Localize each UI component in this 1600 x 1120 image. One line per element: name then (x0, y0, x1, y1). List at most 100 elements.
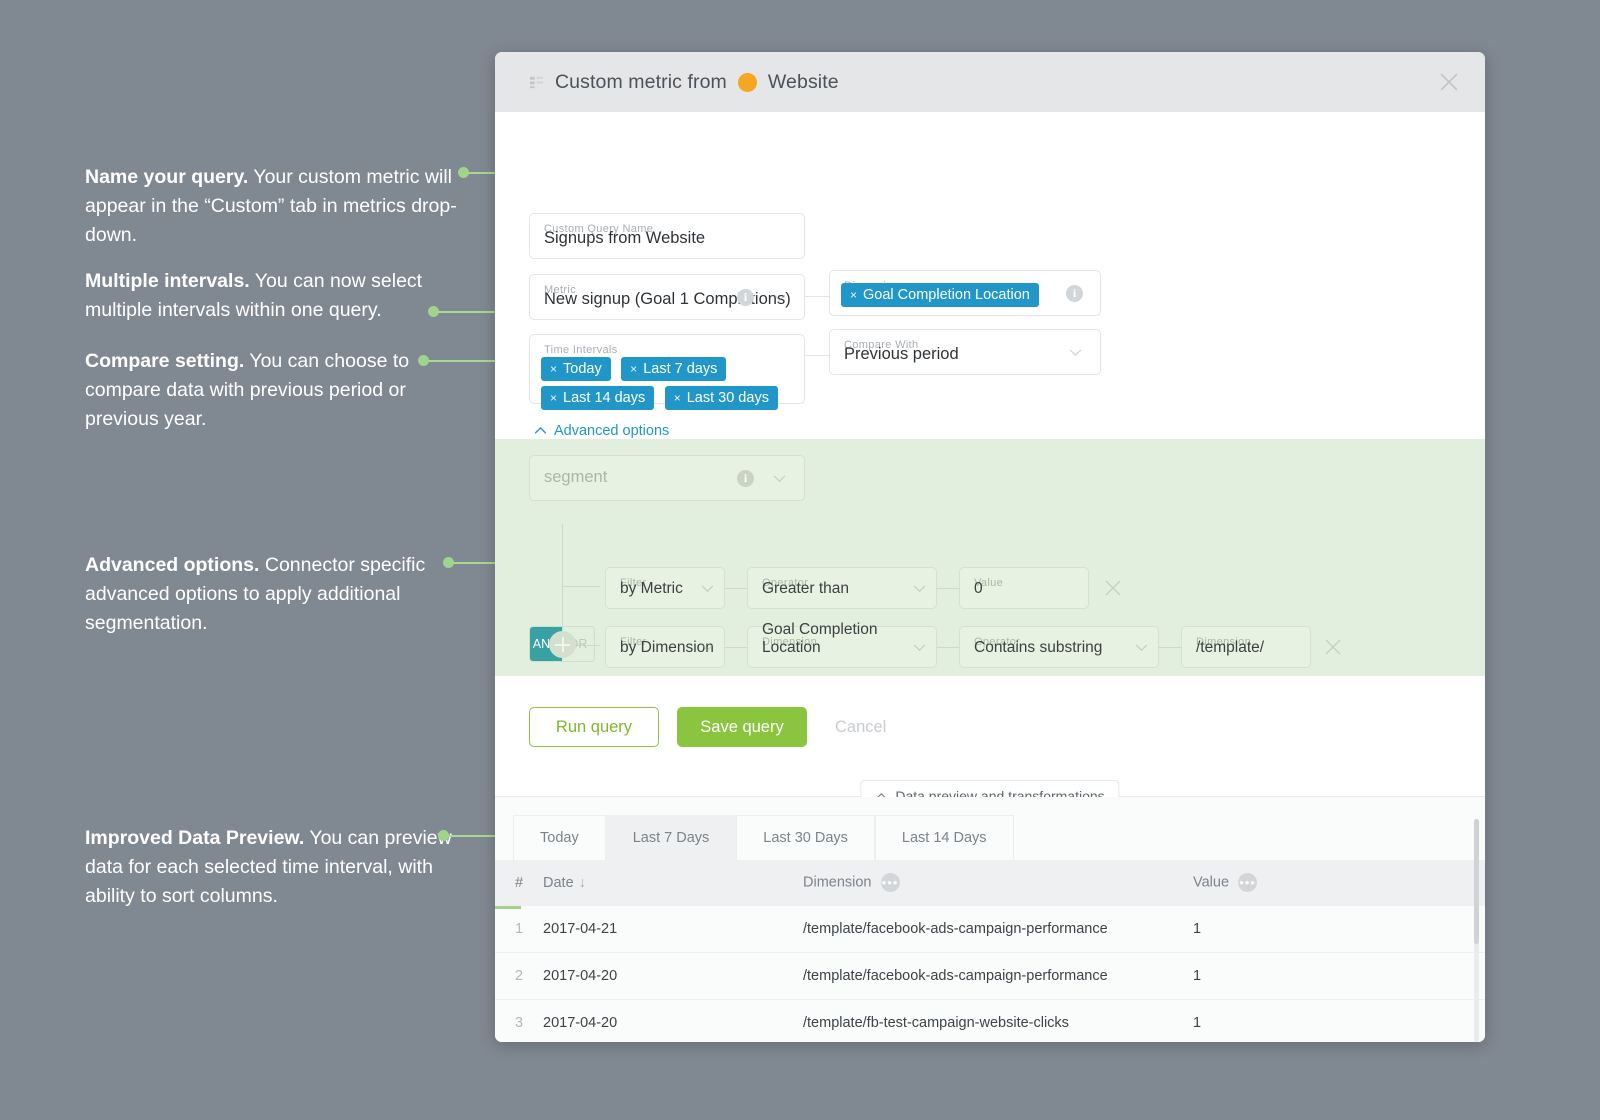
segment-chevron-down-icon[interactable] (773, 475, 786, 483)
compare-with-field[interactable]: Compare With Previous period (829, 329, 1101, 375)
col-value-label: Value (1193, 874, 1229, 890)
segment-placeholder: segment (544, 468, 607, 487)
segment-info-icon[interactable]: i (737, 470, 754, 487)
tab-today[interactable]: Today (513, 815, 606, 860)
chevron-down-icon[interactable] (701, 644, 714, 652)
modal-header: Custom metric from Website (495, 52, 1485, 112)
row-dimension: /template/facebook-ads-campaign-performa… (803, 953, 1193, 1000)
row-date: 2017-04-20 (543, 1000, 803, 1043)
tab-last-30-days[interactable]: Last 30 Days (736, 815, 875, 860)
custom-metric-modal: Custom metric from Website Custom Query … (495, 52, 1485, 1042)
query-name-field[interactable]: Custom Query Name Signups from Website (529, 213, 805, 259)
preview-highlight-marker (495, 906, 521, 909)
field-value: Greater than (762, 580, 849, 598)
annotation-improved-data-preview: Improved Data Preview. You can preview d… (85, 824, 480, 911)
sort-arrow-icon[interactable]: ↓ (579, 875, 586, 891)
field-value: /template/ (1196, 639, 1264, 657)
compare-with-chevron-down-icon[interactable] (1069, 349, 1082, 357)
metric-dimension-connector (805, 296, 829, 297)
row-value: 1 (1193, 1000, 1485, 1043)
metric-chevron-down-icon[interactable] (773, 294, 786, 302)
dimensions-field[interactable]: Dimensions × Goal Completion Location i (829, 270, 1101, 316)
row-index: 2 (495, 953, 543, 1000)
table-header-row: # Date↓ Dimension••• Value••• (495, 860, 1485, 906)
remove-filter-row-2-icon[interactable] (1325, 639, 1341, 655)
interval-compare-connector (805, 355, 829, 356)
tab-last-14-days[interactable]: Last 14 Days (875, 815, 1014, 860)
modal-source-name: Website (768, 71, 839, 94)
remove-filter-row-1-icon[interactable] (1105, 580, 1121, 596)
advanced-options-panel: segment i Filter by Metric (495, 439, 1485, 676)
filter-row-2-dimension-field[interactable]: Dimension Goal Completion Location (747, 626, 937, 668)
row2-connector-3 (1159, 647, 1181, 648)
field-value: 0 (974, 580, 983, 598)
row2-connector-2 (937, 647, 959, 648)
tag-remove-icon[interactable]: × (550, 391, 557, 405)
field-value: Contains substring (974, 639, 1102, 657)
tag-label: Last 14 days (563, 390, 645, 406)
tag-remove-icon[interactable]: × (550, 362, 557, 376)
annotation-title: Compare setting. (85, 350, 244, 372)
tag-label: Goal Completion Location (863, 287, 1030, 303)
row-index: 1 (495, 906, 543, 953)
chevron-down-icon[interactable] (1135, 644, 1148, 652)
segment-field[interactable]: segment i (529, 455, 805, 501)
filter-row-2-filter-field[interactable]: Filter by Dimension (605, 626, 725, 668)
col-dimension[interactable]: Dimension••• (803, 860, 1193, 906)
time-intervals-field[interactable]: Time Intervals × Today × Last 7 days × (529, 334, 805, 404)
preview-scrollbar-thumb[interactable] (1474, 819, 1479, 944)
time-interval-tag[interactable]: × Last 30 days (665, 386, 778, 410)
table-row[interactable]: 1 2017-04-21 /template/facebook-ads-camp… (495, 906, 1485, 953)
dimension-column-menu-icon[interactable]: ••• (881, 873, 900, 892)
close-icon[interactable] (1440, 73, 1458, 91)
col-value[interactable]: Value ••• (1193, 860, 1485, 906)
row1-connector-2 (937, 588, 959, 589)
metric-info-icon[interactable]: i (737, 289, 754, 306)
tag-remove-icon[interactable]: × (850, 288, 857, 302)
dimension-tag[interactable]: × Goal Completion Location (841, 283, 1039, 307)
time-interval-tag[interactable]: × Last 7 days (621, 357, 726, 381)
tree-branch-1 (562, 586, 600, 587)
metric-icon (529, 75, 544, 90)
field-value: by Metric (620, 580, 683, 598)
add-filter-button[interactable] (549, 631, 576, 658)
filter-row-1-filter-field[interactable]: Filter by Metric (605, 567, 725, 609)
tag-remove-icon[interactable]: × (630, 362, 637, 376)
filter-row-1-value-field[interactable]: Value 0 (959, 567, 1089, 609)
cancel-button[interactable]: Cancel (825, 707, 896, 747)
chevron-down-icon[interactable] (913, 585, 926, 593)
time-interval-tag[interactable]: × Today (541, 357, 611, 381)
filter-row-1-operator-field[interactable]: Operator Greater than (747, 567, 937, 609)
time-interval-tag[interactable]: × Last 14 days (541, 386, 654, 410)
table-body: 1 2017-04-21 /template/facebook-ads-camp… (495, 906, 1485, 1043)
tag-label: Last 7 days (643, 361, 717, 377)
dimensions-info-icon[interactable]: i (1066, 285, 1083, 302)
filter-row-2-value-field[interactable]: Dimension /template/ (1181, 626, 1311, 668)
chevron-down-icon[interactable] (701, 585, 714, 593)
query-name-value: Signups from Website (544, 229, 705, 248)
run-query-button[interactable]: Run query (529, 707, 659, 747)
modal-title: Custom metric from Website (555, 71, 839, 94)
col-date[interactable]: Date ↓ (543, 860, 803, 906)
chevron-down-icon[interactable] (913, 644, 926, 652)
advanced-options-toggle[interactable]: Advanced options (534, 423, 669, 439)
value-column-menu-icon[interactable]: ••• (1238, 873, 1257, 892)
tag-remove-icon[interactable]: × (674, 391, 681, 405)
tab-last-7-days[interactable]: Last 7 Days (606, 815, 737, 860)
field-value: Goal Completion Location (762, 621, 936, 657)
row1-connector-1 (725, 588, 747, 589)
annotation-title: Improved Data Preview. (85, 827, 304, 849)
annotation-multiple-intervals: Multiple intervals. You can now select m… (85, 267, 480, 325)
col-date-label: Date (543, 875, 574, 891)
save-query-button[interactable]: Save query (677, 707, 807, 747)
table-row[interactable]: 3 2017-04-20 /template/fb-test-campaign-… (495, 1000, 1485, 1043)
row-dimension: /template/facebook-ads-campaign-performa… (803, 906, 1193, 953)
row-value: 1 (1193, 953, 1485, 1000)
field-value: by Dimension (620, 639, 714, 657)
time-intervals-label: Time Intervals (544, 344, 618, 356)
filter-row-2-operator-field[interactable]: Operator Contains substring (959, 626, 1159, 668)
table-row[interactable]: 2 2017-04-20 /template/facebook-ads-camp… (495, 953, 1485, 1000)
tag-label: Last 30 days (687, 390, 769, 406)
metric-field[interactable]: Metric New signup (Goal 1 Completions) i (529, 274, 805, 320)
annotation-name-your-query: Name your query. Your custom metric will… (85, 163, 480, 250)
